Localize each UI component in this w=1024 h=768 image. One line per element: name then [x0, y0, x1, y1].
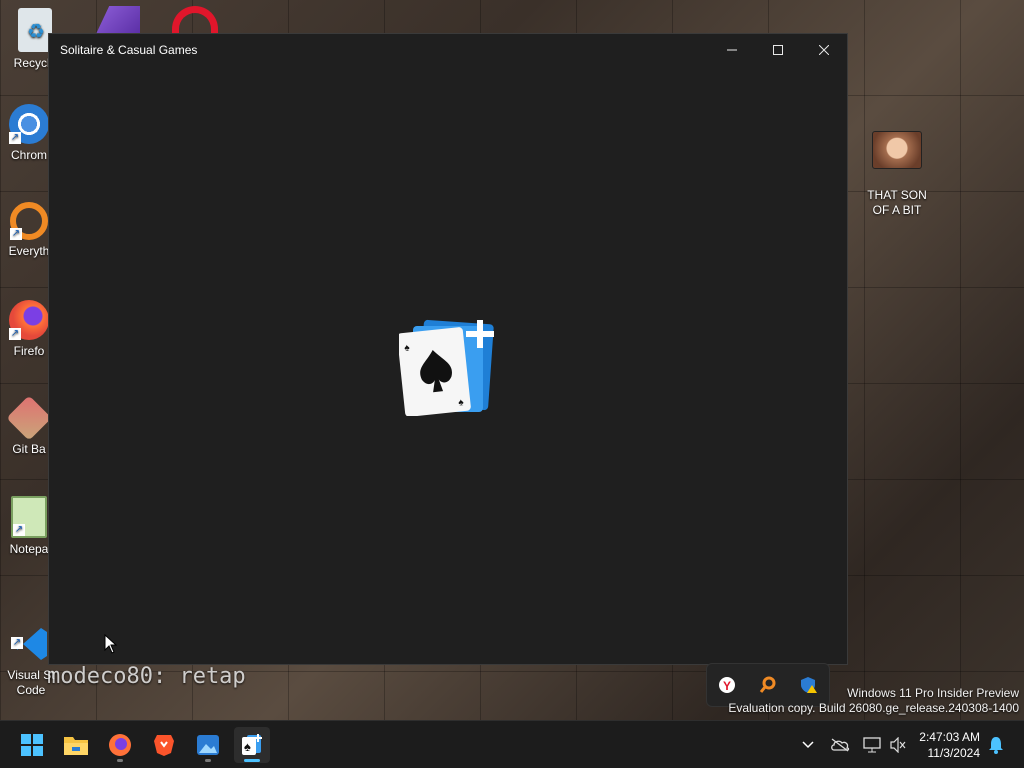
- overlay-caption: modeco80: retap: [47, 664, 246, 689]
- brave-icon: [154, 735, 174, 756]
- git-bash-icon: [6, 395, 52, 441]
- running-indicator: [205, 759, 211, 762]
- shortcut-arrow-icon: ↗: [13, 524, 25, 536]
- close-button[interactable]: [801, 34, 847, 65]
- clock-date: 11/3/2024: [927, 746, 981, 760]
- tray-overflow-button[interactable]: [798, 735, 818, 755]
- photo-thumbnail-icon: [872, 131, 922, 169]
- opera-icon-partial: [172, 6, 218, 34]
- close-icon: [819, 44, 829, 55]
- shortcut-arrow-icon: ↗: [9, 328, 21, 340]
- running-indicator: [117, 759, 123, 762]
- firefox-icon: [109, 734, 131, 756]
- windows-start-icon: [21, 734, 43, 756]
- solitaire-window[interactable]: Solitaire & Casual Games ♠ ♠: [48, 33, 848, 665]
- clock-time: 2:47:03 AM: [919, 730, 980, 744]
- mouse-cursor-icon: [104, 634, 118, 654]
- minimize-button[interactable]: [709, 34, 755, 65]
- solitaire-icon: ♠: [242, 734, 262, 755]
- volume-muted-icon[interactable]: [888, 735, 908, 755]
- start-button[interactable]: [14, 727, 50, 763]
- desktop-icon-photo[interactable]: THAT SON OF A BIT: [861, 116, 933, 233]
- firefox-icon: ↗: [9, 300, 49, 340]
- window-title: Solitaire & Casual Games: [60, 42, 198, 57]
- notification-bell-icon[interactable]: [986, 735, 1006, 755]
- vscode-icon: ↗: [11, 609, 51, 660]
- chrome-icon: ↗: [9, 104, 49, 144]
- taskbar-clock[interactable]: 2:47:03 AM 11/3/2024: [919, 729, 980, 761]
- minimize-icon: [727, 49, 737, 50]
- watermark-line1: Windows 11 Pro Insider Preview: [847, 686, 1019, 700]
- recycle-bin-icon: ♻: [18, 8, 52, 52]
- onedrive-offline-icon[interactable]: [830, 735, 850, 755]
- desktop-icon-label: THAT SON OF A BIT: [867, 188, 927, 217]
- shortcut-arrow-icon: ↗: [9, 132, 21, 144]
- taskbar: ♠ 2:47:03 AM 11/3/2024: [0, 720, 1024, 768]
- svg-text:♠: ♠: [244, 739, 251, 754]
- photos-icon: [197, 735, 219, 755]
- title-bar[interactable]: Solitaire & Casual Games: [49, 34, 847, 65]
- evaluation-watermark: Windows 11 Pro Insider Preview Evaluatio…: [728, 686, 1019, 716]
- taskbar-file-explorer[interactable]: [58, 727, 94, 763]
- active-indicator: [244, 759, 260, 762]
- chevron-down-icon: [802, 741, 814, 749]
- taskbar-firefox[interactable]: [102, 727, 138, 763]
- maximize-icon: [773, 44, 783, 55]
- notepad-icon: ↗: [11, 496, 47, 538]
- folder-icon: [64, 737, 88, 755]
- vs-icon-partial: [96, 6, 140, 34]
- solitaire-logo-icon: ♠ ♠: [397, 316, 499, 421]
- network-icon[interactable]: [862, 735, 882, 755]
- everything-search-icon: ↗: [10, 202, 48, 240]
- shortcut-arrow-icon: ↗: [10, 228, 22, 240]
- taskbar-solitaire[interactable]: ♠: [234, 727, 270, 763]
- shortcut-arrow-icon: ↗: [11, 637, 23, 649]
- taskbar-brave[interactable]: [146, 727, 182, 763]
- taskbar-photos[interactable]: [190, 727, 226, 763]
- svg-text:♻: ♻: [27, 21, 45, 43]
- maximize-button[interactable]: [755, 34, 801, 65]
- watermark-line2: Evaluation copy. Build 26080.ge_release.…: [728, 701, 1019, 715]
